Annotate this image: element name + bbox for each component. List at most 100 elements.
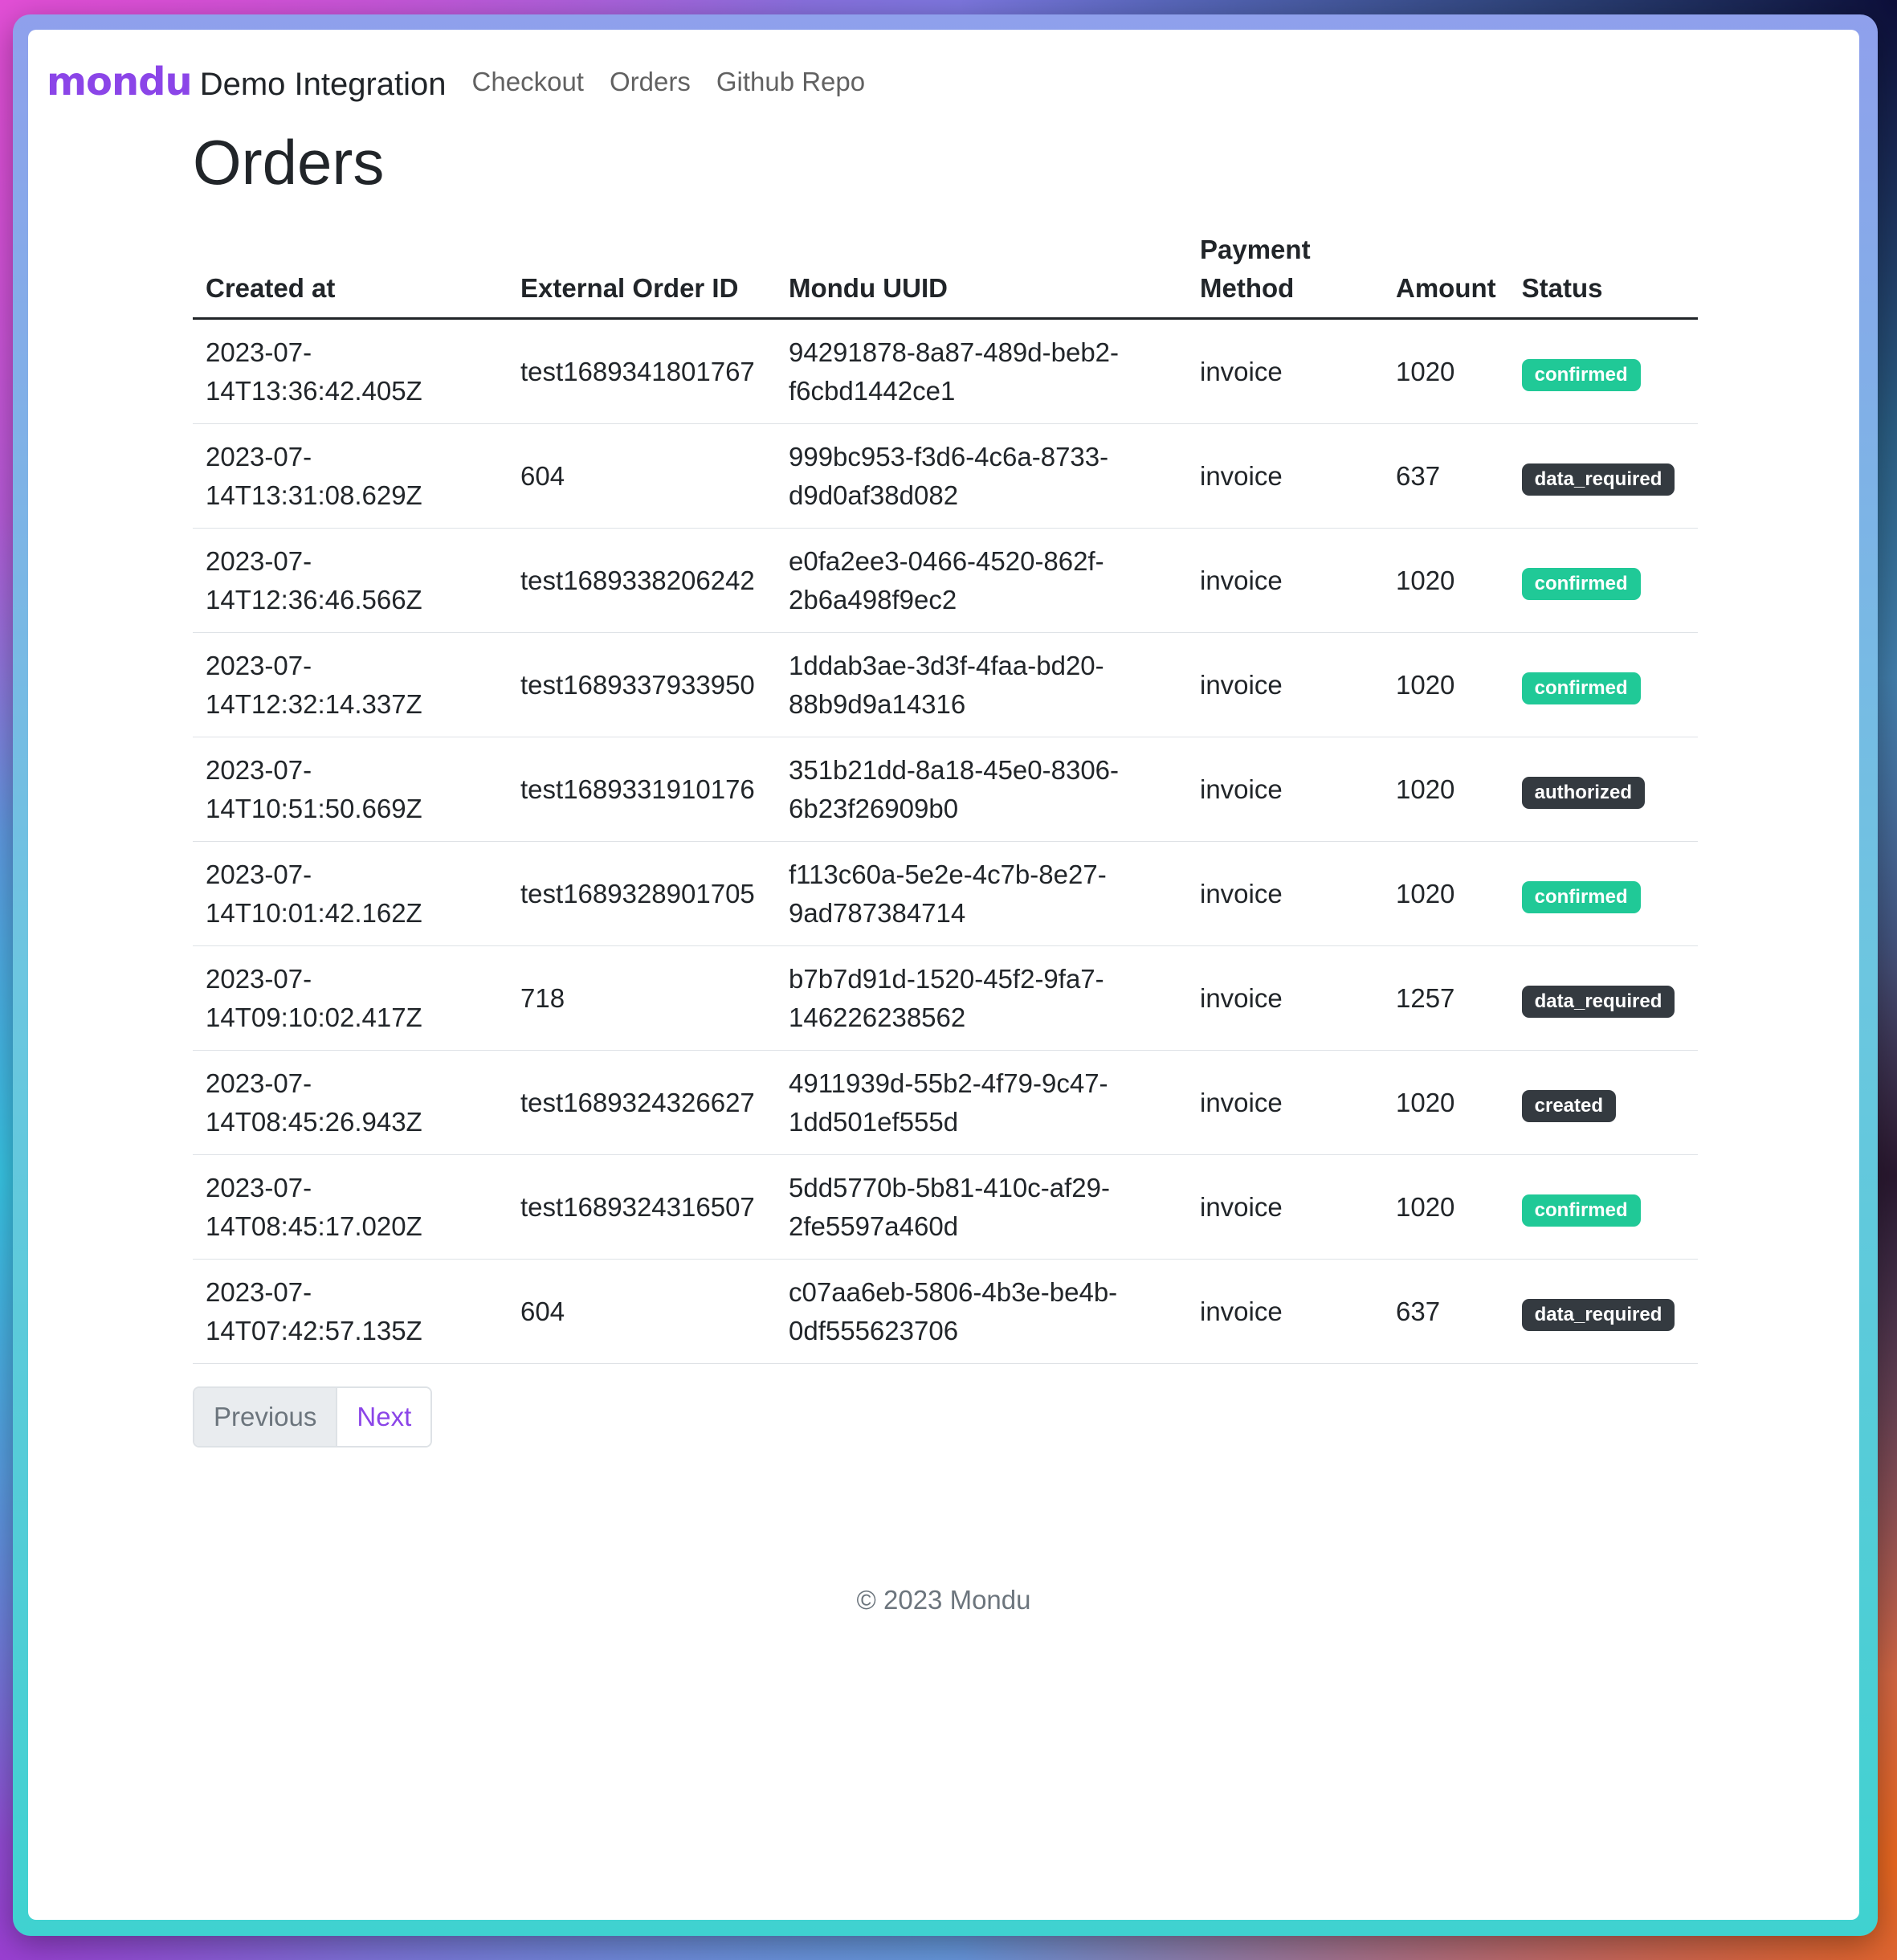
table-row: 2023-07-14T08:45:17.020Z test168932431650… bbox=[193, 1154, 1698, 1260]
table-row: 2023-07-14T13:36:42.405Z test168934180176… bbox=[193, 318, 1698, 424]
cell-amount: 1020 bbox=[1383, 1050, 1509, 1155]
table-body: 2023-07-14T13:36:42.405Z test168934180176… bbox=[193, 318, 1698, 1364]
nav-github-repo[interactable]: Github Repo bbox=[716, 67, 865, 97]
header-created-at: Created at bbox=[193, 231, 508, 320]
cell-payment-method: invoice bbox=[1187, 841, 1383, 946]
cell-status: data_required bbox=[1508, 423, 1698, 529]
cell-external-order-id: test1689338206242 bbox=[508, 528, 776, 633]
cell-mondu-uuid: e0fa2ee3-0466-4520-862f-2b6a498f9ec2 bbox=[776, 528, 1187, 633]
cell-amount: 1020 bbox=[1383, 528, 1509, 633]
cell-status: data_required bbox=[1508, 1259, 1698, 1364]
header-payment-method: Payment Method bbox=[1187, 231, 1383, 320]
cell-payment-method: invoice bbox=[1187, 1259, 1383, 1364]
status-badge: data_required bbox=[1521, 985, 1675, 1018]
next-button[interactable]: Next bbox=[337, 1388, 431, 1446]
cell-created-at: 2023-07-14T13:31:08.629Z bbox=[193, 423, 508, 529]
cell-external-order-id: 604 bbox=[508, 423, 776, 529]
cell-amount: 1020 bbox=[1383, 1154, 1509, 1260]
nav-orders[interactable]: Orders bbox=[610, 67, 691, 97]
cell-external-order-id: 718 bbox=[508, 945, 776, 1051]
brand-title: Demo Integration bbox=[199, 67, 447, 102]
cell-created-at: 2023-07-14T10:51:50.669Z bbox=[193, 737, 508, 842]
browser-window: mondu Demo Integration Checkout Orders G… bbox=[28, 30, 1859, 1920]
cell-payment-method: invoice bbox=[1187, 1050, 1383, 1155]
table-row: 2023-07-14T08:45:26.943Z test168932432662… bbox=[193, 1050, 1698, 1155]
cell-amount: 637 bbox=[1383, 1259, 1509, 1364]
cell-payment-method: invoice bbox=[1187, 737, 1383, 842]
cell-mondu-uuid: 1ddab3ae-3d3f-4faa-bd20-88b9d9a14316 bbox=[776, 632, 1187, 737]
header-status: Status bbox=[1508, 231, 1698, 320]
cell-mondu-uuid: 999bc953-f3d6-4c6a-8733-d9d0af38d082 bbox=[776, 423, 1187, 529]
table-row: 2023-07-14T10:01:42.162Z test168932890170… bbox=[193, 841, 1698, 946]
navbar: mondu Demo Integration Checkout Orders G… bbox=[47, 50, 865, 114]
cell-created-at: 2023-07-14T09:10:02.417Z bbox=[193, 945, 508, 1051]
table-row: 2023-07-14T12:36:46.566Z test168933820624… bbox=[193, 528, 1698, 633]
mondu-logo: mondu bbox=[47, 59, 193, 104]
cell-external-order-id: test1689331910176 bbox=[508, 737, 776, 842]
status-badge: confirmed bbox=[1521, 567, 1641, 600]
cell-status: data_required bbox=[1508, 945, 1698, 1051]
status-badge: confirmed bbox=[1521, 358, 1641, 391]
cell-external-order-id: test1689341801767 bbox=[508, 318, 776, 424]
status-badge: data_required bbox=[1521, 463, 1675, 496]
cell-external-order-id: test1689328901705 bbox=[508, 841, 776, 946]
table-row: 2023-07-14T13:31:08.629Z 604 999bc953-f3d6… bbox=[193, 423, 1698, 529]
table-row: 2023-07-14T10:51:50.669Z test168933191017… bbox=[193, 737, 1698, 842]
pagination: Previous Next bbox=[193, 1386, 433, 1448]
header-mondu-uuid: Mondu UUID bbox=[776, 231, 1187, 320]
cell-amount: 1257 bbox=[1383, 945, 1509, 1051]
table-row: 2023-07-14T07:42:57.135Z 604 c07aa6eb-5806… bbox=[193, 1259, 1698, 1364]
status-badge: confirmed bbox=[1521, 1194, 1641, 1227]
page-title: Orders bbox=[193, 127, 385, 198]
cell-created-at: 2023-07-14T08:45:17.020Z bbox=[193, 1154, 508, 1260]
cell-status: confirmed bbox=[1508, 841, 1698, 946]
cell-mondu-uuid: f113c60a-5e2e-4c7b-8e27-9ad787384714 bbox=[776, 841, 1187, 946]
cell-created-at: 2023-07-14T07:42:57.135Z bbox=[193, 1259, 508, 1364]
cell-created-at: 2023-07-14T08:45:26.943Z bbox=[193, 1050, 508, 1155]
cell-created-at: 2023-07-14T10:01:42.162Z bbox=[193, 841, 508, 946]
cell-payment-method: invoice bbox=[1187, 528, 1383, 633]
cell-amount: 1020 bbox=[1383, 841, 1509, 946]
status-badge: authorized bbox=[1521, 776, 1645, 809]
cell-external-order-id: 604 bbox=[508, 1259, 776, 1364]
cell-payment-method: invoice bbox=[1187, 1154, 1383, 1260]
cell-status: confirmed bbox=[1508, 318, 1698, 424]
footer-copyright: © 2023 Mondu bbox=[856, 1585, 1031, 1615]
cell-amount: 1020 bbox=[1383, 632, 1509, 737]
cell-external-order-id: test1689337933950 bbox=[508, 632, 776, 737]
cell-payment-method: invoice bbox=[1187, 945, 1383, 1051]
cell-mondu-uuid: 4911939d-55b2-4f79-9c47-1dd501ef555d bbox=[776, 1050, 1187, 1155]
cell-created-at: 2023-07-14T12:32:14.337Z bbox=[193, 632, 508, 737]
status-badge: confirmed bbox=[1521, 672, 1641, 704]
cell-status: confirmed bbox=[1508, 632, 1698, 737]
cell-status: confirmed bbox=[1508, 1154, 1698, 1260]
brand-link[interactable]: mondu Demo Integration bbox=[47, 59, 447, 104]
cell-status: created bbox=[1508, 1050, 1698, 1155]
cell-amount: 1020 bbox=[1383, 737, 1509, 842]
header-amount: Amount bbox=[1383, 231, 1509, 320]
cell-payment-method: invoice bbox=[1187, 423, 1383, 529]
cell-mondu-uuid: 5dd5770b-5b81-410c-af29-2fe5597a460d bbox=[776, 1154, 1187, 1260]
status-badge: created bbox=[1521, 1089, 1617, 1122]
cell-mondu-uuid: b7b7d91d-1520-45f2-9fa7-146226238562 bbox=[776, 945, 1187, 1051]
status-badge: confirmed bbox=[1521, 880, 1641, 913]
cell-mondu-uuid: 351b21dd-8a18-45e0-8306-6b23f26909b0 bbox=[776, 737, 1187, 842]
orders-table: Created at External Order ID Mondu UUID … bbox=[193, 231, 1698, 1364]
table-header: Created at External Order ID Mondu UUID … bbox=[193, 231, 1698, 320]
cell-created-at: 2023-07-14T13:36:42.405Z bbox=[193, 318, 508, 424]
table-header-row: Created at External Order ID Mondu UUID … bbox=[193, 231, 1698, 320]
table-row: 2023-07-14T09:10:02.417Z 718 b7b7d91d-1520… bbox=[193, 945, 1698, 1051]
cell-external-order-id: test1689324326627 bbox=[508, 1050, 776, 1155]
cell-mondu-uuid: 94291878-8a87-489d-beb2-f6cbd1442ce1 bbox=[776, 318, 1187, 424]
nav-checkout[interactable]: Checkout bbox=[472, 67, 584, 97]
cell-payment-method: invoice bbox=[1187, 632, 1383, 737]
cell-created-at: 2023-07-14T12:36:46.566Z bbox=[193, 528, 508, 633]
previous-button[interactable]: Previous bbox=[194, 1388, 338, 1446]
cell-amount: 1020 bbox=[1383, 318, 1509, 424]
cell-external-order-id: test1689324316507 bbox=[508, 1154, 776, 1260]
cell-amount: 637 bbox=[1383, 423, 1509, 529]
cell-status: confirmed bbox=[1508, 528, 1698, 633]
cell-mondu-uuid: c07aa6eb-5806-4b3e-be4b-0df555623706 bbox=[776, 1259, 1187, 1364]
table-row: 2023-07-14T12:32:14.337Z test168933793395… bbox=[193, 632, 1698, 737]
status-badge: data_required bbox=[1521, 1298, 1675, 1331]
